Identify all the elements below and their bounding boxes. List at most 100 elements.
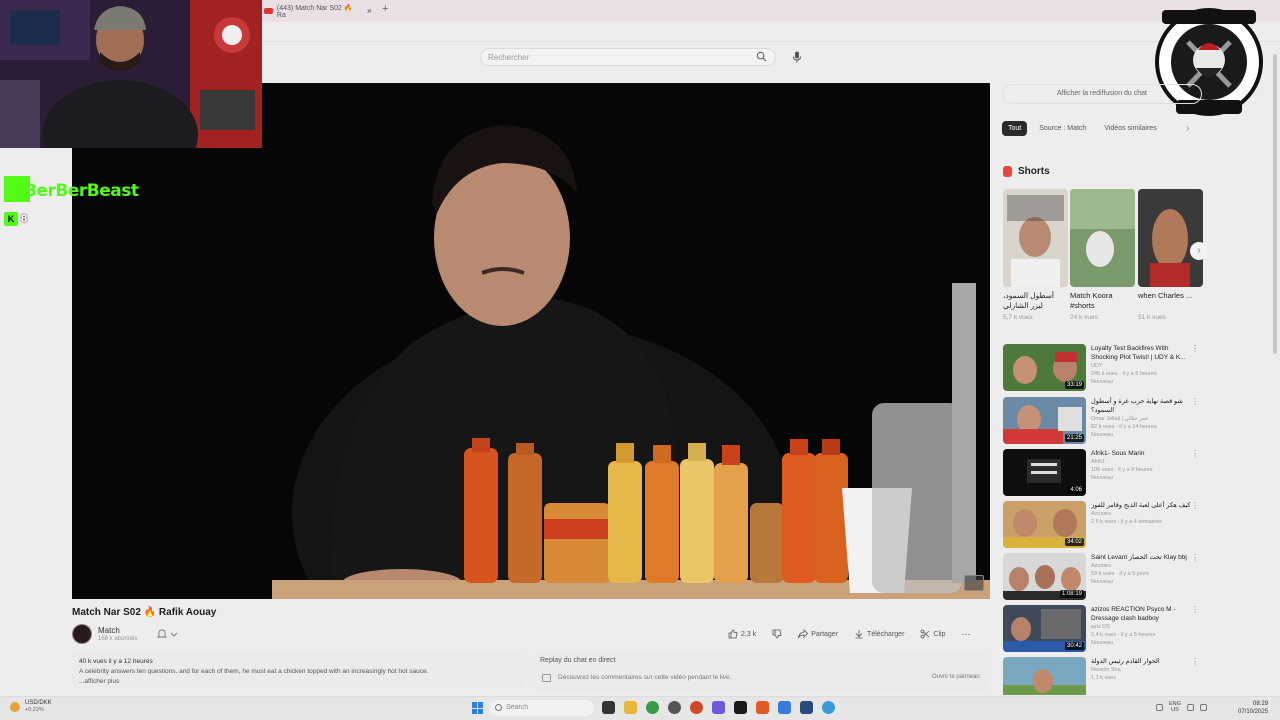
video-meta: 245 k vues · il y a 5 heures	[1091, 371, 1157, 377]
browser-tab[interactable]: (443) Match Nar S02 🔥 Ra ×	[260, 3, 376, 19]
widget-value: +0,22%	[25, 707, 44, 713]
video-thumbnail: 30:42	[1003, 605, 1086, 652]
more-horizontal-icon: ⋯	[961, 628, 971, 639]
firefox-icon[interactable]	[756, 701, 769, 714]
search-icon[interactable]	[756, 51, 767, 62]
open-panel-button[interactable]: Ouvrir le panneau	[932, 674, 980, 680]
miniplayer-icon[interactable]	[964, 575, 984, 591]
chip-source[interactable]: Source : Match	[1033, 121, 1092, 136]
more-vertical-icon[interactable]: ⋮	[1191, 657, 1199, 666]
recommended-video[interactable]: 1:08:19 Saint Levant تحت الحصار Klay bbj…	[1003, 553, 1199, 601]
clip-button[interactable]: Clip	[920, 629, 945, 639]
description-text: A celebrity answers ten questions, and f…	[79, 668, 429, 675]
video-description[interactable]: 40 k vues il y a 12 heures A celebrity a…	[72, 652, 524, 688]
more-vertical-icon[interactable]: ⋮	[1191, 553, 1199, 562]
video-meta: 106 vues · il y a 9 heures	[1091, 467, 1153, 473]
video-player[interactable]	[72, 83, 990, 599]
close-tab-icon[interactable]: ×	[367, 6, 372, 16]
volume-icon[interactable]	[1199, 703, 1207, 711]
chevron-right-icon[interactable]: ›	[1186, 123, 1189, 134]
recommended-video[interactable]: 21:25 شو قصة نهاية حرب غزة و أسطول السمو…	[1003, 397, 1199, 445]
chrome-icon[interactable]	[646, 701, 659, 714]
short-title: أسطول السمود، ليزر الشارلي	[1003, 291, 1054, 310]
edge-icon[interactable]	[822, 701, 835, 714]
more-vertical-icon[interactable]: ⋮	[1191, 501, 1199, 510]
more-vertical-icon[interactable]: ⋮	[1191, 605, 1199, 614]
taskbar-search[interactable]: Search	[490, 700, 594, 716]
new-tab-button[interactable]: +	[382, 3, 388, 15]
chat-replay-title: Replay du chat en direct	[540, 657, 616, 664]
show-more-link[interactable]: ...afficher plus	[79, 677, 517, 687]
recommended-video[interactable]: 33:19 Loyalty Test Backfires With Shocki…	[1003, 344, 1199, 392]
microphone-icon[interactable]	[792, 51, 802, 63]
thumbs-up-icon	[728, 629, 738, 639]
widget-title: USD/DKK	[25, 700, 52, 706]
tab-title: (443) Match Nar S02 🔥 Ra	[276, 4, 353, 19]
video-duration: 34:02	[1064, 538, 1084, 546]
viewer-count-value: 8	[21, 213, 28, 225]
taskbar-widget[interactable]: USD/DKK +0,22%	[10, 700, 52, 714]
dislike-button[interactable]	[772, 629, 782, 639]
like-count: 2,3 k	[741, 630, 757, 638]
tray-chevron-icon[interactable]	[1156, 703, 1163, 711]
app-icon[interactable]	[668, 701, 681, 714]
more-actions-button[interactable]: ⋯	[961, 629, 970, 640]
like-button[interactable]: 2,3 k	[728, 629, 756, 639]
browser-icon[interactable]	[690, 701, 703, 714]
chip-similar[interactable]: Vidéos similaires	[1098, 121, 1162, 136]
recommended-video[interactable]: 34:02 كيف هكر أعلى لعبة الذبح وقامر للفو…	[1003, 501, 1199, 549]
scrollbar-thumb[interactable]	[1273, 54, 1277, 354]
market-widget-icon	[10, 702, 20, 712]
show-chat-replay-button[interactable]: Afficher la rediffusion du chat	[1002, 84, 1202, 104]
video-title-link: كيف هكر أعلى لعبة الذبح وقامر للفوز	[1091, 502, 1191, 509]
task-view-icon[interactable]	[602, 701, 615, 714]
recommended-video[interactable]: 30:42 azizos REACTION Psyco M - Dressage…	[1003, 605, 1199, 653]
kick-streamer-label: BerBerBeast	[4, 176, 144, 202]
shorts-logo-icon	[1003, 166, 1012, 177]
network-icon[interactable]	[1186, 703, 1194, 711]
chip-all[interactable]: Tout	[1002, 121, 1028, 136]
file-explorer-icon[interactable]	[624, 701, 637, 714]
share-button[interactable]: Partager	[798, 629, 838, 639]
new-badge: Nouveau	[1091, 432, 1114, 438]
active-app-icon[interactable]	[778, 701, 791, 714]
short-item[interactable]: أسطول السمود، ليزر الشارلي 5,7 k vues	[1003, 189, 1068, 321]
shorts-heading: Shorts	[1003, 166, 1050, 177]
hot-sauce-bottles	[464, 438, 848, 583]
chat-replay-description: Découvrez les commentaires sur cette vid…	[558, 674, 732, 681]
notification-bell-icon[interactable]	[156, 628, 180, 640]
short-item[interactable]: Match Koora #shorts 24 k vues	[1070, 189, 1135, 321]
short-title: Match Koora #shorts	[1070, 291, 1113, 310]
channel-name[interactable]: Match	[98, 626, 120, 635]
discord-icon[interactable]	[712, 701, 725, 714]
video-channel: Nessim Sha	[1091, 667, 1121, 673]
clock-time: 08:29	[1253, 701, 1269, 707]
short-title: when Charles ...	[1138, 291, 1193, 300]
video-title-link: Saint Levant تحت الحصار Klay bbj	[1091, 554, 1187, 561]
channel-avatar[interactable]	[72, 624, 92, 644]
taskbar-clock[interactable]: 08:29 07/10/2025	[1238, 700, 1268, 716]
video-meta: 2,4 k vues · il y a 5 heures	[1091, 632, 1156, 638]
shorts-next-button[interactable]: ›	[1190, 242, 1208, 260]
terminal-icon[interactable]	[734, 701, 747, 714]
short-views: 51 k vues	[1138, 314, 1166, 321]
page-scrollbar[interactable]	[1272, 44, 1278, 354]
video-title-link: شو قصة نهاية حرب غزة و أسطول السمود؟	[1091, 398, 1183, 414]
viewer-count: K 8	[4, 212, 27, 226]
language-indicator[interactable]: ENG US	[1169, 701, 1181, 713]
new-badge: Nouveau	[1091, 475, 1114, 481]
share-icon	[798, 629, 809, 639]
video-duration: 30:42	[1064, 642, 1084, 650]
recommended-video[interactable]: 4:06 Afrik1- Sous Marin Afrik1 106 vues …	[1003, 449, 1199, 497]
recommended-video[interactable]: الحوار القادم رئيس الدولة Nessim Sha 1,1…	[1003, 657, 1199, 695]
windows-start-icon[interactable]	[472, 702, 484, 714]
scissors-icon	[921, 629, 930, 639]
steam-icon[interactable]	[800, 701, 813, 714]
search-input[interactable]: Rechercher	[480, 48, 776, 66]
download-button[interactable]: Télécharger	[854, 629, 904, 639]
more-vertical-icon[interactable]: ⋮	[1191, 397, 1199, 406]
more-vertical-icon[interactable]: ⋮	[1191, 344, 1199, 353]
taskbar-search-label: Search	[506, 704, 529, 711]
more-vertical-icon[interactable]: ⋮	[1191, 449, 1199, 458]
chat-bubble-icon	[542, 674, 551, 682]
